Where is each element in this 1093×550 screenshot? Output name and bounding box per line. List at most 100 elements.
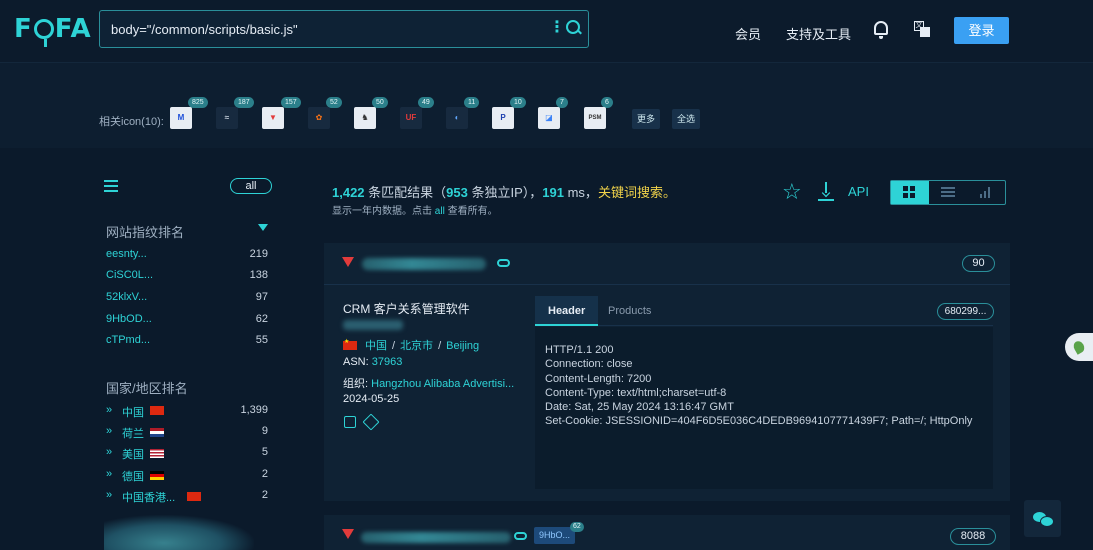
nav-support-tools[interactable]: 支持及工具: [786, 24, 851, 43]
bar-chart-icon: [980, 187, 992, 198]
api-button[interactable]: API: [848, 184, 869, 199]
header-line: Content-Length: 7200: [545, 373, 652, 385]
app-icon-uf[interactable]: UF: [400, 107, 422, 129]
summary-text: 条匹配结果（: [364, 185, 447, 200]
port-badge[interactable]: 8088: [950, 528, 996, 545]
search-input[interactable]: body="/common/scripts/basic.js": [111, 22, 298, 37]
fingerprint-item[interactable]: cTPmd...: [106, 334, 150, 346]
search-icon[interactable]: [566, 20, 580, 34]
more-icons-button[interactable]: 更多: [632, 109, 661, 129]
header-line: HTTP/1.1 200: [545, 344, 614, 356]
host-link-redacted[interactable]: [362, 258, 486, 270]
location-row: 中国/北京市/Beijing: [343, 337, 479, 353]
app-icon-psm[interactable]: PSM: [584, 107, 606, 129]
all-toggle[interactable]: all: [230, 178, 272, 194]
country-item[interactable]: 中国香港...: [122, 489, 175, 505]
wechat-icon[interactable]: [1024, 500, 1061, 537]
country-count: 1,399: [240, 404, 268, 416]
grid-view-button[interactable]: [891, 181, 929, 204]
http-header-panel: HTTP/1.1 200 Connection: close Content-L…: [535, 327, 993, 489]
app-icon-flower[interactable]: ✿: [308, 107, 330, 129]
fingerprint-rank-title: 网站指纹排名: [106, 225, 185, 240]
link-icon[interactable]: [497, 259, 510, 267]
grid-icon: [903, 186, 916, 199]
select-all-button[interactable]: 全选: [672, 109, 701, 129]
fingerprint-tag[interactable]: 9HbO...: [534, 527, 576, 544]
icon-count: 157: [281, 97, 301, 108]
fingerprint-item[interactable]: 52klxV...: [106, 291, 147, 303]
filter-settings-icon[interactable]: [104, 180, 118, 192]
org-label: 组织:: [343, 378, 372, 390]
org-link[interactable]: Hangzhou Alibaba Advertisi...: [371, 378, 514, 390]
cert-badge[interactable]: 680299...: [937, 303, 994, 320]
result-title: CRM 客户关系管理软件: [343, 302, 470, 316]
region-link[interactable]: 北京市: [400, 340, 433, 352]
fingerprint-item[interactable]: eesnty...: [106, 248, 147, 260]
netherlands-flag-icon: [150, 428, 164, 437]
country-item[interactable]: 中国: [122, 404, 144, 420]
score-badge[interactable]: 90: [962, 255, 995, 272]
download-icon[interactable]: [818, 182, 834, 202]
app-icon-m[interactable]: M: [170, 107, 192, 129]
app-icon-triangle[interactable]: ▼: [262, 107, 284, 129]
query-time: 191: [542, 185, 564, 200]
nav-membership[interactable]: 会员: [735, 24, 761, 43]
app-icon-circle[interactable]: ◐: [446, 107, 468, 129]
fofa-logo[interactable]: F FA: [14, 14, 92, 47]
app-icon-wave[interactable]: ≈: [216, 107, 238, 129]
country-item[interactable]: 德国: [122, 468, 144, 484]
app-icon-horse[interactable]: ♞: [354, 107, 376, 129]
product-logo-icon: [342, 529, 354, 539]
app-icon-square[interactable]: ◪: [538, 107, 560, 129]
result-card: 9HbO... 62 8088: [324, 515, 1010, 550]
result-summary: 1,422 条匹配结果（953 条独立IP），191 ms，关键词搜索。: [332, 182, 676, 201]
stats-view-button[interactable]: [967, 181, 1005, 204]
chevron-right-icon[interactable]: »: [106, 489, 112, 501]
world-map[interactable]: [104, 515, 254, 550]
product-logo-icon: [342, 257, 354, 267]
bell-icon[interactable]: [874, 21, 888, 39]
country-count: 2: [261, 489, 268, 501]
summary-text: 条独立IP），: [467, 185, 543, 200]
city-link[interactable]: Beijing: [446, 340, 479, 352]
tab-products[interactable]: Products: [595, 296, 664, 326]
search-box[interactable]: body="/common/scripts/basic.js" ⋮: [99, 10, 589, 48]
fingerprint-item[interactable]: CiSC0L...: [106, 269, 153, 281]
country-link[interactable]: 中国: [365, 340, 387, 352]
host-link-redacted[interactable]: [361, 532, 511, 543]
chevron-right-icon[interactable]: »: [106, 425, 112, 437]
star-icon[interactable]: ☆: [782, 181, 802, 203]
asn-link[interactable]: 37963: [372, 356, 403, 368]
related-icons-label: 相关icon(10):: [99, 116, 164, 128]
keyword-search-link[interactable]: 关键词搜索。: [598, 185, 676, 200]
top-bar: F FA body="/common/scripts/basic.js" ⋮ 会员…: [0, 0, 1093, 62]
fingerprint-count: 138: [249, 269, 268, 281]
total-count: 1,422: [332, 185, 365, 200]
chevron-right-icon[interactable]: »: [106, 468, 112, 480]
result-card-header: 90: [324, 243, 1010, 285]
country-count: 2: [261, 468, 268, 480]
link-icon[interactable]: [514, 532, 527, 540]
tab-header[interactable]: Header: [535, 296, 599, 326]
header-line: Set-Cookie: JSESSIONID=404F6D5E036C4DEDB…: [545, 415, 973, 427]
screenshot-icon[interactable]: [344, 416, 356, 428]
country-item[interactable]: 美国: [122, 446, 144, 462]
hongkong-flag-icon: [187, 492, 201, 501]
translate-icon[interactable]: 文: [914, 21, 930, 37]
all-link[interactable]: all: [435, 206, 445, 217]
funnel-icon[interactable]: [258, 224, 268, 234]
ip-redacted[interactable]: [343, 320, 403, 330]
cube-icon[interactable]: [362, 413, 380, 431]
list-view-button[interactable]: [929, 181, 967, 204]
fingerprint-count: 55: [255, 334, 268, 346]
app-icon-p[interactable]: P: [492, 107, 514, 129]
chevron-right-icon[interactable]: »: [106, 404, 112, 416]
side-feedback-tab[interactable]: [1065, 333, 1093, 361]
date-label: 2024-05-25: [343, 393, 400, 405]
fingerprint-item[interactable]: 9HbOD...: [106, 313, 152, 325]
summary-note: 显示一年内数据。点击 all 查看所有。: [332, 202, 498, 217]
country-item[interactable]: 荷兰: [122, 425, 144, 441]
chevron-right-icon[interactable]: »: [106, 446, 112, 458]
login-button[interactable]: 登录: [954, 17, 1009, 44]
more-options-icon[interactable]: ⋮: [549, 20, 565, 36]
